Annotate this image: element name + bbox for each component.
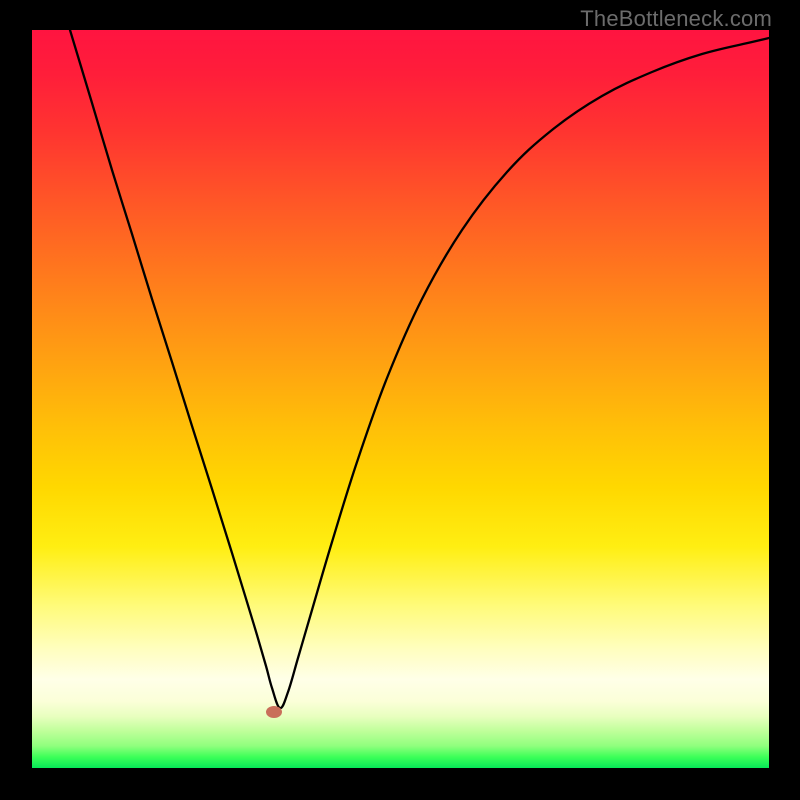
optimal-point-marker — [266, 706, 282, 718]
bottleneck-curve — [70, 30, 769, 708]
watermark-text: TheBottleneck.com — [580, 6, 772, 32]
curve-svg — [32, 30, 769, 768]
chart-frame: TheBottleneck.com — [0, 0, 800, 800]
plot-area — [32, 30, 769, 768]
